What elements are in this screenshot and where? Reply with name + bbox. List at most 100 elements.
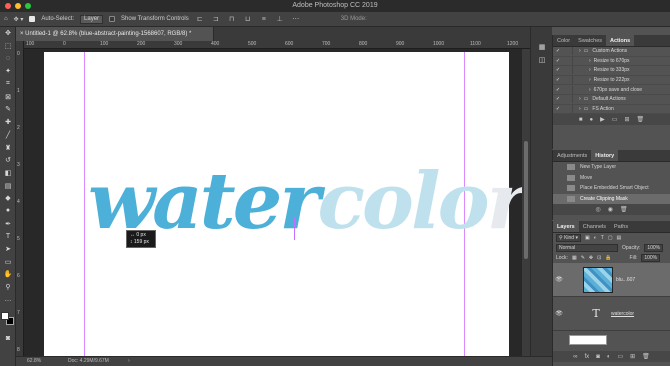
align-center-icon[interactable]: ⊐ xyxy=(211,16,221,23)
checkmark-icon[interactable]: ✓ xyxy=(553,58,563,64)
action-item[interactable]: ✓ › ▭ FS Action xyxy=(553,104,670,115)
color-swatch-icon[interactable] xyxy=(0,306,16,332)
move-tool-icon[interactable]: ✥ ▾ xyxy=(14,16,24,23)
healing-brush-tool-icon[interactable]: ✚ xyxy=(0,116,16,129)
guide-line-left[interactable] xyxy=(84,52,85,356)
type-tool-icon[interactable]: T xyxy=(0,230,16,243)
close-window-button[interactable] xyxy=(5,3,11,9)
lock-artboard-icon[interactable]: ⊡ xyxy=(597,255,601,261)
filter-smart-object-icon[interactable]: ▤ xyxy=(617,235,622,241)
rectangle-tool-icon[interactable]: ▭ xyxy=(0,255,16,268)
marquee-tool-icon[interactable]: ⬚ xyxy=(0,40,16,53)
filter-adjustment-icon[interactable]: ◐ xyxy=(594,235,597,241)
tab-paths[interactable]: Paths xyxy=(610,221,632,232)
move-tool-icon[interactable]: ✥ xyxy=(0,27,16,40)
delete-layer-icon[interactable]: 🗑 xyxy=(642,353,650,360)
distribute-icon[interactable]: ⋯ xyxy=(291,16,301,23)
vertical-ruler[interactable]: 0 1 2 3 4 5 6 7 8 xyxy=(16,41,24,356)
expand-arrow-icon[interactable]: › xyxy=(589,87,591,93)
action-item[interactable]: ✓ › Resize to 670px xyxy=(553,56,670,67)
stop-icon[interactable]: ■ xyxy=(579,117,583,123)
layer-name[interactable]: watercolor xyxy=(611,311,634,317)
minimize-window-button[interactable] xyxy=(15,3,21,9)
layer-row[interactable]: 👁 Twatercolor xyxy=(553,297,670,331)
layer-row[interactable]: 👁 blu...607 xyxy=(553,263,670,297)
frame-tool-icon[interactable]: ⊠ xyxy=(0,90,16,103)
eraser-tool-icon[interactable]: ◧ xyxy=(0,167,16,180)
clone-stamp-tool-icon[interactable]: ♜ xyxy=(0,141,16,154)
checkmark-icon[interactable]: ✓ xyxy=(553,87,563,93)
gradient-tool-icon[interactable]: ▤ xyxy=(0,179,16,192)
filter-pixel-icon[interactable]: ▣ xyxy=(585,235,590,241)
expand-arrow-icon[interactable]: › xyxy=(579,96,581,102)
history-state[interactable]: New Type Layer xyxy=(553,162,670,173)
expand-arrow-icon[interactable]: › xyxy=(589,77,591,83)
layer-name[interactable]: blu...607 xyxy=(616,277,635,283)
lasso-tool-icon[interactable]: ◌ xyxy=(0,52,16,65)
expand-arrow-icon[interactable]: › xyxy=(589,67,591,73)
link-layers-icon[interactable]: ∞ xyxy=(573,354,577,360)
play-icon[interactable]: ▶ xyxy=(600,116,605,123)
tab-color[interactable]: Color xyxy=(553,35,574,46)
history-brush-tool-icon[interactable]: ↺ xyxy=(0,154,16,167)
delete-state-icon[interactable]: 🗑 xyxy=(620,206,628,213)
auto-select-checkbox[interactable] xyxy=(29,16,36,22)
action-item[interactable]: ✓ › ▭ Custom Actions xyxy=(553,47,670,57)
filter-type-icon[interactable]: T xyxy=(601,235,604,241)
dialog-toggle[interactable] xyxy=(563,47,573,56)
zoom-level[interactable]: 62.8% xyxy=(27,357,41,366)
canvas-area[interactable]: watercolor ↔ 0 px ↕ 159 px xyxy=(24,49,530,356)
more-tools-icon[interactable]: … xyxy=(0,293,16,306)
zoom-tool-icon[interactable]: ⚲ xyxy=(0,281,16,294)
horizontal-ruler[interactable]: 100 0 100 200 300 400 500 600 700 800 900 1000 1100 1… xyxy=(24,41,530,49)
quick-mask-icon[interactable]: ◙ xyxy=(0,332,16,345)
dialog-toggle[interactable] xyxy=(563,95,573,104)
align-left-icon[interactable]: ⊏ xyxy=(195,16,205,23)
history-state[interactable]: Move xyxy=(553,173,670,184)
history-state[interactable]: Place Embedded Smart Object xyxy=(553,183,670,194)
document-size-info[interactable]: Doc: 4.29M/9.67M xyxy=(68,357,109,366)
camera-icon[interactable]: ◉ xyxy=(608,206,613,213)
home-icon[interactable]: ⌂ xyxy=(4,16,8,22)
expand-arrow-icon[interactable]: › xyxy=(579,48,581,54)
libraries-panel-icon[interactable]: ◫ xyxy=(531,54,553,67)
transform-controls-checkbox[interactable] xyxy=(109,16,116,22)
action-item[interactable]: ✓ › ▭ Default Actions xyxy=(553,95,670,105)
dialog-toggle[interactable] xyxy=(563,76,573,85)
eyedropper-tool-icon[interactable]: ✎ xyxy=(0,103,16,116)
delete-icon[interactable]: 🗑 xyxy=(636,116,644,123)
crop-tool-icon[interactable]: ⌗ xyxy=(0,78,16,91)
lock-image-icon[interactable]: ✎ xyxy=(581,255,585,261)
tab-channels[interactable]: Channels xyxy=(579,221,610,232)
lock-all-icon[interactable]: 🔒 xyxy=(605,255,611,261)
add-mask-icon[interactable]: ◙ xyxy=(596,354,600,360)
path-selection-tool-icon[interactable]: ➤ xyxy=(0,243,16,256)
checkmark-icon[interactable]: ✓ xyxy=(553,48,563,54)
visibility-eye-icon[interactable]: 👁 xyxy=(553,310,565,317)
action-item[interactable]: ✓ › Resize to 333px xyxy=(553,66,670,76)
new-set-icon[interactable]: ▭ xyxy=(612,116,618,123)
snapshot-icon[interactable]: ◎ xyxy=(595,206,600,213)
tab-swatches[interactable]: Swatches xyxy=(574,35,606,46)
expand-arrow-icon[interactable]: › xyxy=(579,106,581,112)
dialog-toggle[interactable] xyxy=(563,66,573,75)
opacity-field[interactable]: 100% xyxy=(644,244,664,252)
dodge-tool-icon[interactable]: ● xyxy=(0,205,16,218)
new-layer-icon[interactable]: ⊞ xyxy=(630,353,635,360)
action-item[interactable]: ✓ › Resize to 222px xyxy=(553,76,670,86)
record-icon[interactable]: ● xyxy=(590,117,594,123)
lock-transparent-icon[interactable]: ▦ xyxy=(572,255,577,261)
text-layer-icon[interactable]: T xyxy=(581,307,611,320)
magic-wand-tool-icon[interactable]: ✦ xyxy=(0,65,16,78)
vertical-scrollbar[interactable] xyxy=(522,49,530,356)
document-tab[interactable]: × Untitled-1 @ 62.8% (blue-abstract-pain… xyxy=(16,27,214,41)
tab-history[interactable]: History xyxy=(591,150,619,161)
properties-panel-icon[interactable]: ▦ xyxy=(531,41,553,54)
lock-position-icon[interactable]: ✥ xyxy=(589,255,593,261)
blend-mode-dropdown[interactable]: Normal xyxy=(556,244,618,252)
checkmark-icon[interactable]: ✓ xyxy=(553,96,563,102)
align-middle-icon[interactable]: ≡ xyxy=(259,16,269,23)
align-top-icon[interactable]: ⊔ xyxy=(243,16,253,23)
visibility-eye-icon[interactable]: 👁 xyxy=(553,276,565,283)
layer-thumbnail[interactable] xyxy=(583,266,613,293)
